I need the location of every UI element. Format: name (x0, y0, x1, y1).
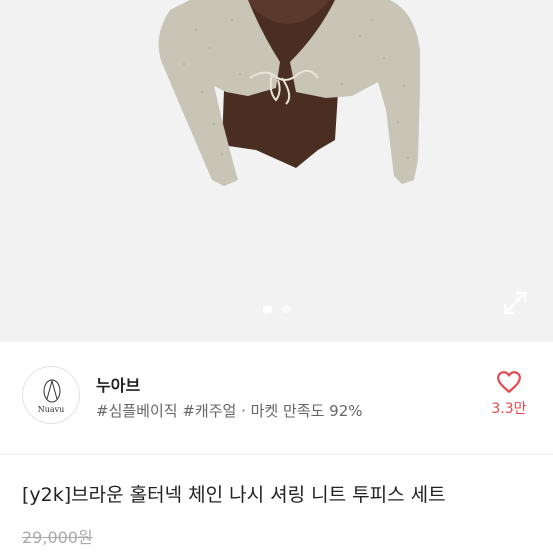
product-title: [y2k]브라운 홀터넥 체인 나시 셔링 니트 투피스 세트 (22, 484, 446, 506)
gallery-dot[interactable] (281, 305, 291, 314)
like-button[interactable]: 3.3만 (489, 370, 529, 428)
avatar-text: Nuavu (37, 405, 65, 414)
avatar[interactable]: Nuavu (22, 366, 80, 424)
seller-tags: #심플베이직 #캐주얼 · 마켓 만족도 92% (96, 402, 363, 420)
seller-info[interactable]: Nuavu 누아브 #심플베이직 #캐주얼 · 마켓 만족도 92% 3.3만 (0, 342, 553, 455)
product-image-gallery[interactable] (0, 0, 553, 342)
heart-icon (497, 371, 521, 393)
seller-name[interactable]: 누아브 (96, 372, 140, 396)
gallery-dot-active[interactable] (262, 305, 272, 314)
product-photo (158, 0, 420, 186)
brand-logo-icon (43, 379, 61, 403)
expand-icon[interactable] (502, 290, 528, 316)
original-price: 29,000원 (22, 528, 93, 547)
gallery-pagination (0, 305, 553, 314)
like-count: 3.3만 (491, 401, 527, 417)
